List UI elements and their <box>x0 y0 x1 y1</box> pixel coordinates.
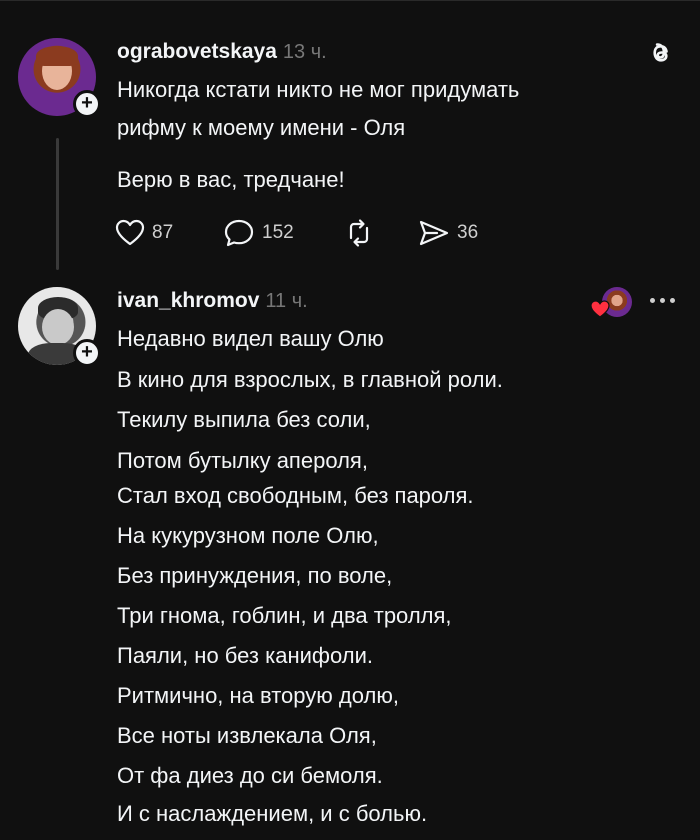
post-text-line: Три гнома, гоблин, и два тролля, <box>117 603 452 628</box>
thread-connector-line <box>56 138 59 270</box>
post-text-line: Без принуждения, по воле, <box>117 563 393 588</box>
reply-button[interactable]: 152 <box>223 218 294 248</box>
post-text-line: Потом бутылку апероля, <box>117 448 368 473</box>
post-text-line: Верю в вас, тредчане! <box>117 167 345 192</box>
post-text-line: Ритмично, на вторую долю, <box>117 683 399 708</box>
follow-plus-button[interactable]: + <box>73 339 101 367</box>
thread-post: + ivan_khromov 11 ч. Недавно видел вашу О… <box>0 270 700 840</box>
post-time: 11 ч. <box>265 290 308 312</box>
post-time: 13 ч. <box>282 41 327 63</box>
heart-icon <box>115 219 145 246</box>
post-author[interactable]: ograbovetskaya 13 ч. <box>117 40 327 64</box>
thread-post: + ograbovetskaya 13 ч. Никогда кстати ник… <box>0 0 700 270</box>
follow-plus-button[interactable]: + <box>73 90 101 118</box>
post-text-line: Текилу выпила без соли, <box>117 407 371 432</box>
post-text-line: Паяли, но без канифоли. <box>117 643 373 668</box>
threads-logo-icon[interactable] <box>646 38 676 68</box>
author-username[interactable]: ivan_khromov <box>117 289 259 312</box>
post-author[interactable]: ivan_khromov 11 ч. <box>117 289 308 313</box>
post-text-line: Недавно видел вашу Олю <box>117 326 384 351</box>
like-button[interactable]: 87 <box>115 218 173 248</box>
post-text-line: На кукурузном поле Олю, <box>117 523 379 548</box>
more-dots-icon <box>660 298 665 303</box>
speech-bubble-icon <box>224 219 254 247</box>
send-icon <box>419 220 449 246</box>
more-dots-icon <box>650 298 655 303</box>
post-text-line: Никогда кстати никто не мог придумать <box>117 77 520 102</box>
post-text-line: От фа диез до си бемоля. <box>117 763 383 788</box>
heart-icon <box>590 300 610 318</box>
post-text-line: Все ноты извлекала Оля, <box>117 723 377 748</box>
post-text-line: И с наслаждением, и с болью. <box>117 801 428 826</box>
author-username[interactable]: ograbovetskaya <box>117 40 277 63</box>
like-count: 87 <box>152 222 174 243</box>
post-text-line: В кино для взрослых, в главной роли. <box>117 367 503 392</box>
share-count: 36 <box>457 222 479 243</box>
reply-count: 152 <box>262 222 294 243</box>
more-options-button[interactable] <box>648 290 678 310</box>
share-button[interactable]: 36 <box>418 218 478 248</box>
repost-button[interactable] <box>343 218 375 248</box>
more-dots-icon <box>670 298 675 303</box>
post-text-line: рифму к моему имени - Оля <box>117 115 406 140</box>
post-text-line: Стал вход свободным, без пароля. <box>117 483 474 508</box>
repost-icon <box>349 219 369 247</box>
